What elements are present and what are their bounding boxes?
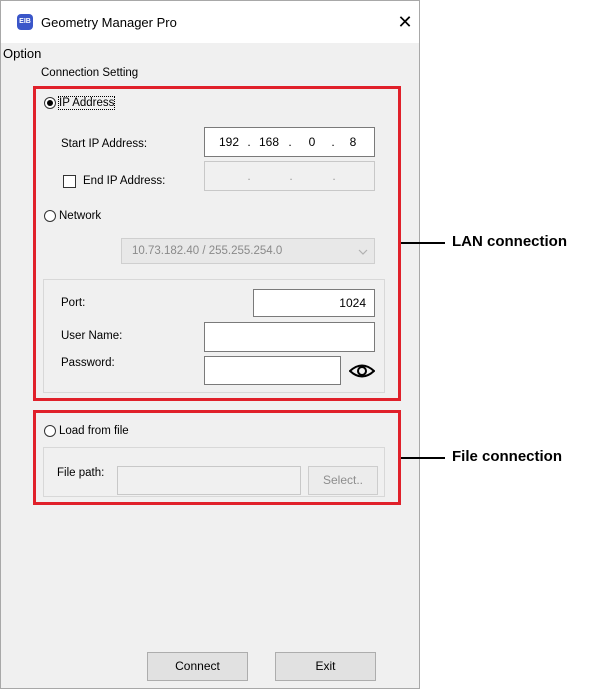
window-title: Geometry Manager Pro <box>41 15 177 30</box>
file-callout-line <box>401 457 445 459</box>
exit-button[interactable]: Exit <box>275 652 376 681</box>
file-highlight-box <box>33 410 401 505</box>
menu-bar: Option <box>1 43 419 63</box>
lan-callout-line <box>401 242 445 244</box>
menu-option[interactable]: Option <box>3 46 41 61</box>
title-bar: EIB Geometry Manager Pro ✕ <box>1 1 419 43</box>
app-logo-icon: EIB <box>17 14 33 30</box>
lan-callout-label: LAN connection <box>452 233 567 250</box>
file-callout-label: File connection <box>452 448 563 465</box>
connect-button[interactable]: Connect <box>147 652 248 681</box>
lan-highlight-box <box>33 86 401 401</box>
connection-setting-title: Connection Setting <box>41 67 139 79</box>
close-button[interactable]: ✕ <box>393 11 417 33</box>
